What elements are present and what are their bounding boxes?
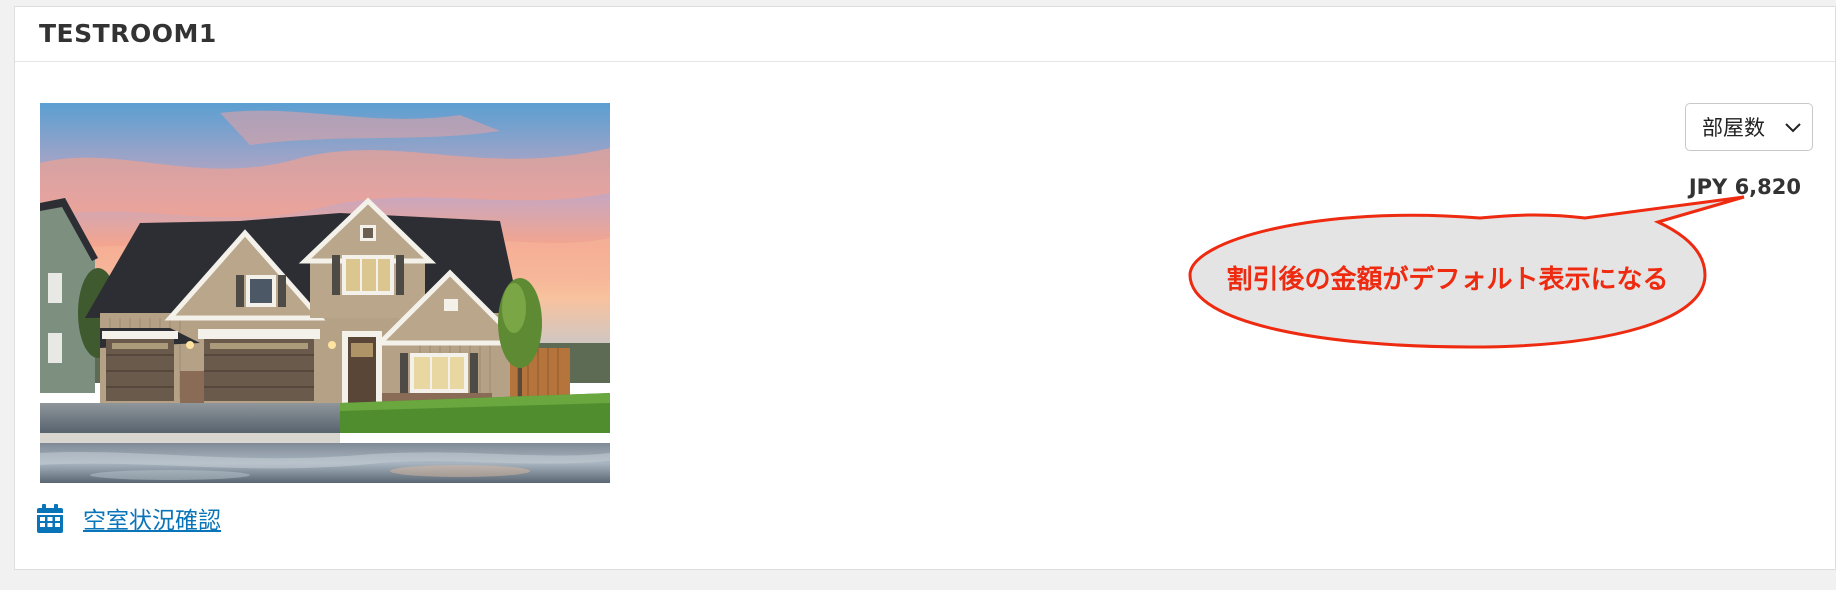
panel-header: TESTROOM1 xyxy=(15,7,1835,62)
callout-text: 割引後の金額がデフォルト表示になる xyxy=(1226,265,1669,295)
availability-link[interactable]: 空室状況確認 xyxy=(83,501,221,535)
room-title: TESTROOM1 xyxy=(39,19,217,48)
chevron-down-icon xyxy=(1785,123,1801,133)
calendar-icon xyxy=(37,504,63,533)
availability-row[interactable]: 空室状況確認 xyxy=(37,501,221,535)
rooms-select-label: 部屋数 xyxy=(1702,116,1765,140)
rooms-select[interactable]: 部屋数 xyxy=(1685,103,1813,151)
room-photo xyxy=(40,103,610,483)
